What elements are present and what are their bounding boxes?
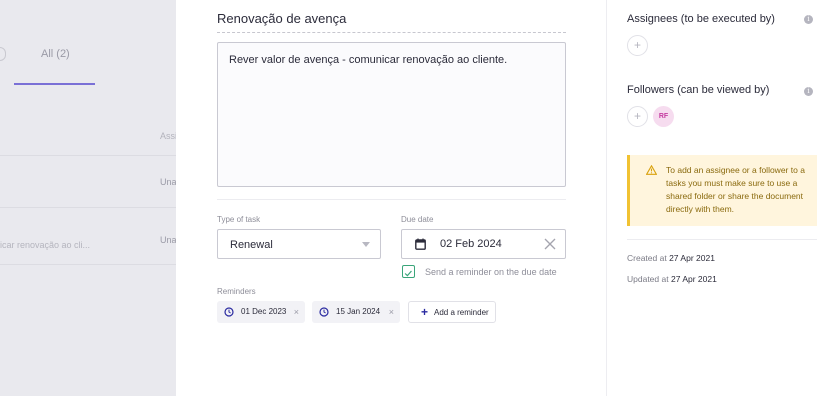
updated-at: Updated at 27 Apr 2021 — [627, 274, 717, 284]
remove-reminder-icon[interactable]: × — [294, 307, 299, 317]
background-task-list: All (2) Assi Una icar renovação ao cli..… — [0, 0, 176, 396]
task-description-textarea[interactable]: Rever valor de avença - comunicar renova… — [217, 42, 566, 187]
warning-text: To add an assignee or a follower to a ta… — [666, 165, 805, 214]
followers-title: Followers (can be viewed by) — [627, 84, 770, 96]
clock-icon — [224, 307, 234, 317]
row-description-cell: icar renovação ao cli... — [0, 240, 91, 250]
clock-icon — [319, 307, 329, 317]
row-divider — [0, 264, 176, 265]
updated-at-value: 27 Apr 2021 — [670, 274, 717, 284]
assignees-title: Assignees (to be executed by) — [627, 13, 775, 25]
created-at: Created at 27 Apr 2021 — [627, 253, 715, 263]
created-at-label: Created at — [627, 253, 667, 263]
row-assignee-cell: Una — [160, 177, 176, 187]
remove-reminder-icon[interactable]: × — [389, 307, 394, 317]
task-title-input[interactable]: Renovação de avença — [217, 11, 566, 33]
created-at-value: 27 Apr 2021 — [669, 253, 715, 263]
permission-warning: To add an assignee or a follower to a ta… — [627, 155, 817, 226]
row-divider — [0, 207, 176, 208]
type-of-task-value: Renewal — [230, 239, 273, 251]
reminder-date: 01 Dec 2023 — [241, 307, 287, 316]
due-date-value: 02 Feb 2024 — [440, 238, 502, 250]
reminder-chip[interactable]: 15 Jan 2024 × — [312, 301, 400, 323]
add-reminder-label: Add a reminder — [434, 308, 489, 317]
tab-active-indicator — [14, 83, 95, 85]
form-divider — [217, 199, 566, 200]
updated-at-label: Updated at — [627, 274, 669, 284]
type-of-task-select[interactable]: Renewal — [217, 229, 381, 259]
reminder-chip[interactable]: 01 Dec 2023 × — [217, 301, 305, 323]
chevron-down-icon — [362, 242, 370, 247]
warning-icon — [646, 165, 657, 175]
panel-divider — [606, 0, 607, 396]
reminder-date: 15 Jan 2024 — [336, 307, 381, 316]
send-reminder-label: Send a reminder on the due date — [425, 267, 557, 277]
row-assignee-cell: Una — [160, 235, 176, 245]
info-icon[interactable]: i — [804, 15, 813, 24]
type-of-task-label: Type of task — [217, 215, 261, 224]
info-icon[interactable]: i — [804, 87, 813, 96]
calendar-icon — [415, 238, 426, 250]
panel-separator — [627, 239, 817, 240]
reminders-label: Reminders — [217, 287, 256, 296]
add-reminder-button[interactable]: + Add a reminder — [408, 301, 496, 323]
check-icon — [404, 270, 412, 277]
add-follower-button[interactable]: + — [627, 106, 648, 127]
close-icon[interactable] — [544, 238, 556, 250]
column-header-assignee: Assi — [160, 131, 176, 141]
plus-icon: + — [421, 305, 429, 319]
send-reminder-checkbox[interactable] — [402, 265, 415, 278]
due-date-input[interactable]: 02 Feb 2024 — [401, 229, 566, 259]
tab-all[interactable]: All (2) — [41, 48, 70, 60]
add-assignee-button[interactable]: + — [627, 35, 648, 56]
tab-count-badge — [0, 47, 6, 61]
avatar[interactable]: RF — [653, 106, 674, 127]
row-divider — [0, 155, 176, 156]
due-date-label: Due date — [401, 215, 434, 224]
